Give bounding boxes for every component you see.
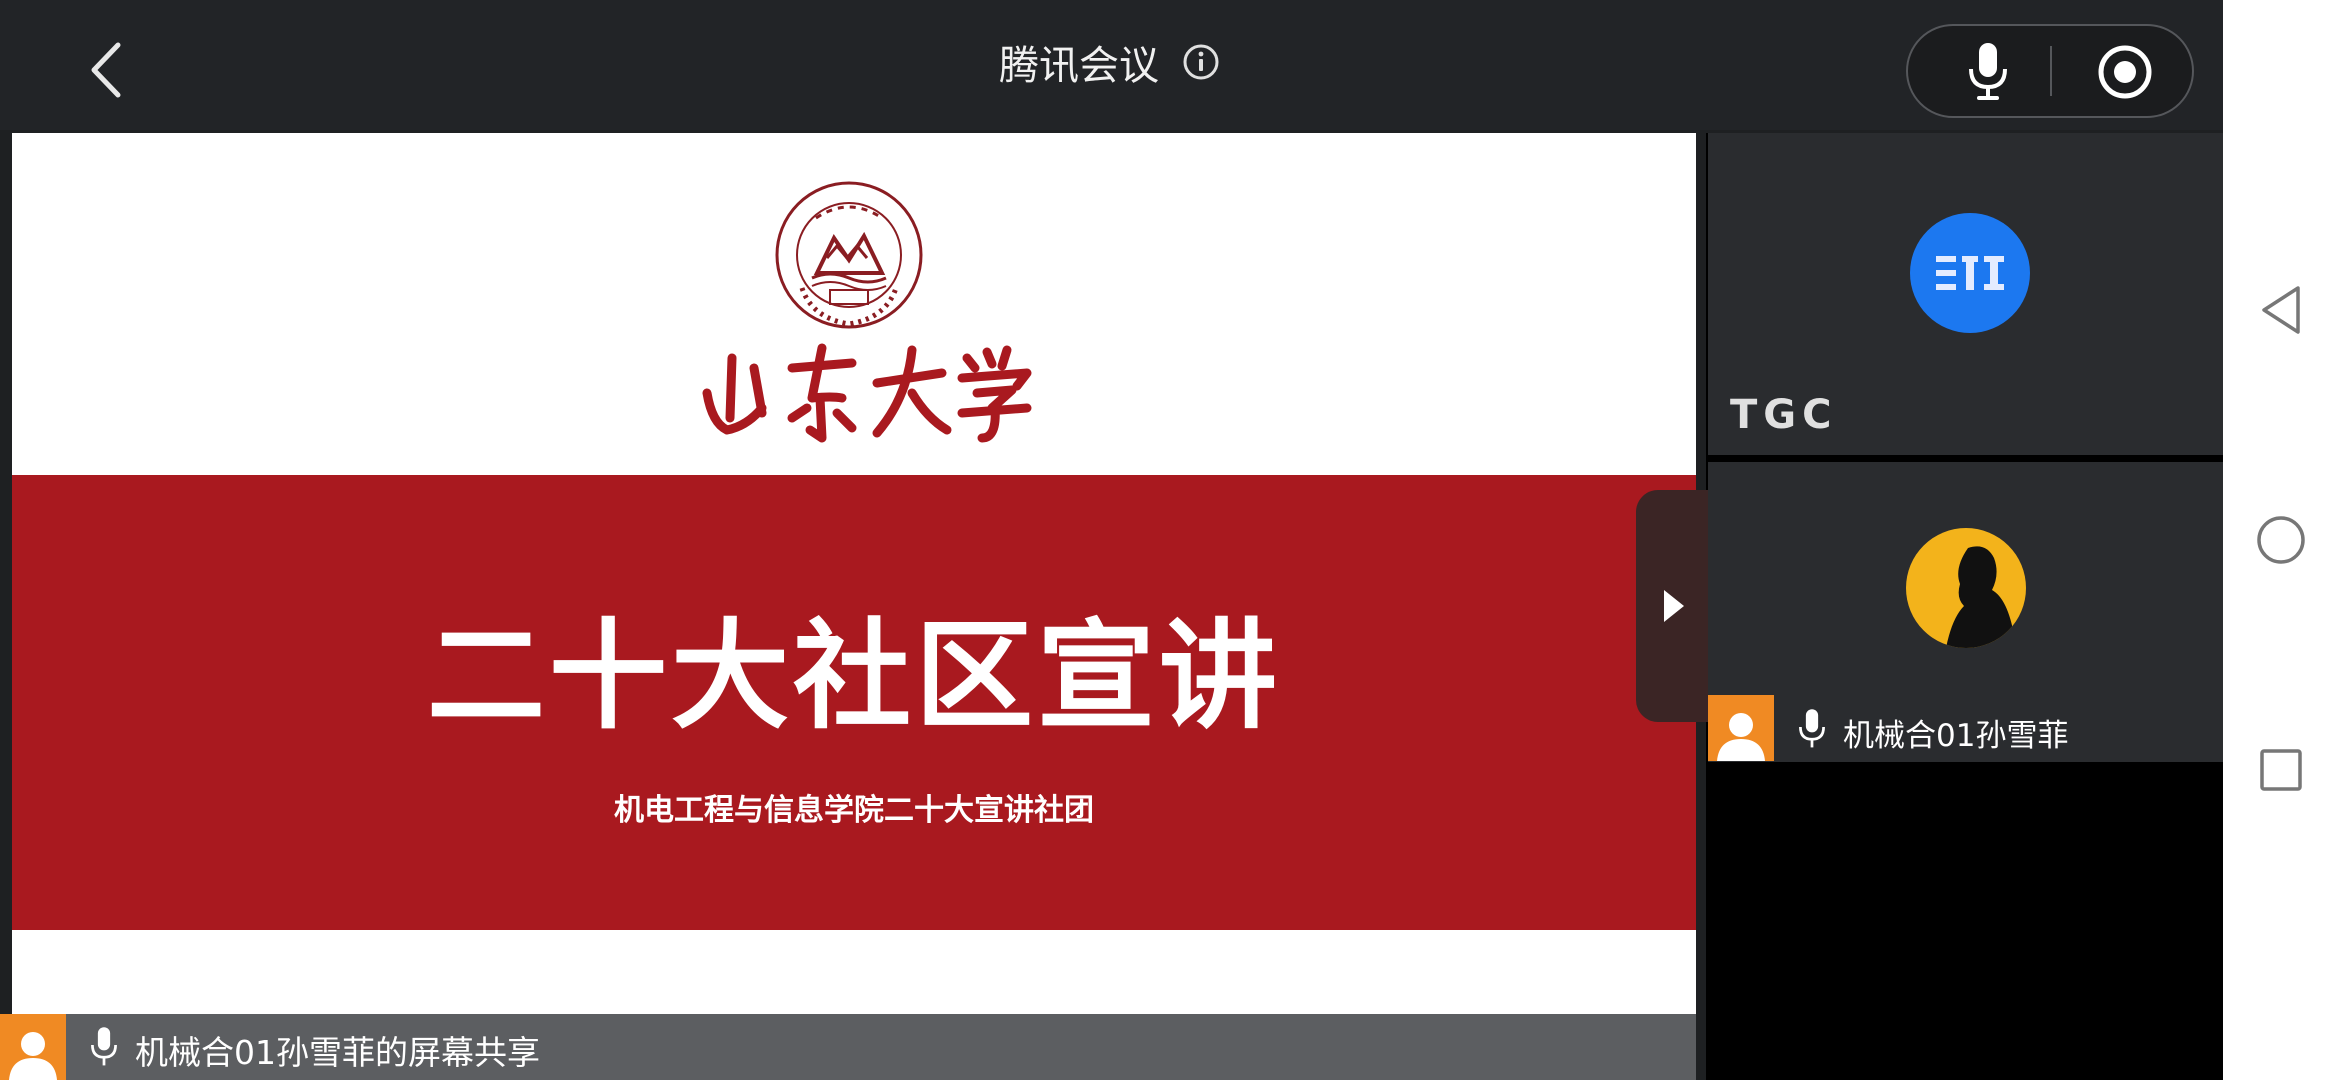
slide-heading: 二十大社区宣讲 <box>426 607 1281 745</box>
info-icon[interactable] <box>1181 42 1221 82</box>
system-home-button[interactable] <box>2243 502 2319 578</box>
slide-title-band: 二十大社区宣讲 机电工程与信息学院二十大宣讲社团 <box>12 475 1696 930</box>
microphone-icon <box>91 1027 117 1066</box>
participant-name: TGC <box>1730 392 1838 438</box>
participant-avatar-badge <box>1708 695 1774 761</box>
system-back-button[interactable] <box>2243 272 2319 348</box>
university-seal-logo <box>775 181 923 329</box>
slide-subtitle: 机电工程与信息学院二十大宣讲社团 <box>614 793 1094 828</box>
circle-home-icon <box>2257 516 2305 564</box>
shared-screen-slide: 二十大社区宣讲 机电工程与信息学院二十大宣讲社团 <box>12 133 1696 1080</box>
collapse-panel-button[interactable] <box>1636 490 1712 722</box>
record-icon <box>2098 45 2152 99</box>
pixelated-avatar-icon <box>1936 256 2004 290</box>
sharer-avatar <box>0 1014 66 1080</box>
participant-avatar <box>1910 213 2030 333</box>
participant-name: 机械合01孙雪菲 <box>1843 718 2069 754</box>
back-button[interactable] <box>70 30 140 110</box>
user-silhouette-icon <box>1717 713 1765 761</box>
system-recents-button[interactable] <box>2243 732 2319 808</box>
title-group: 腾讯会议 <box>900 32 1320 92</box>
silhouette-photo-avatar <box>1946 546 2016 648</box>
sharer-mic-status <box>84 1020 124 1074</box>
screen-share-label: 机械合01孙雪菲的屏幕共享 <box>135 1033 540 1072</box>
chevron-left-icon <box>91 42 121 98</box>
play-right-icon <box>1664 590 1684 622</box>
participant-avatar <box>1906 528 2026 648</box>
participant-mic-status <box>1792 702 1832 756</box>
square-recents-icon <box>2260 749 2302 791</box>
triangle-back-icon <box>2262 286 2300 334</box>
microphone-icon <box>1799 709 1825 748</box>
meeting-title: 腾讯会议 <box>999 43 1159 89</box>
user-silhouette-icon <box>9 1032 57 1080</box>
record-button[interactable] <box>2085 34 2165 110</box>
pill-divider <box>2050 46 2052 96</box>
mute-button[interactable] <box>1950 34 2026 110</box>
university-calligraphy-logo <box>702 343 1032 443</box>
microphone-icon <box>1969 43 2007 100</box>
